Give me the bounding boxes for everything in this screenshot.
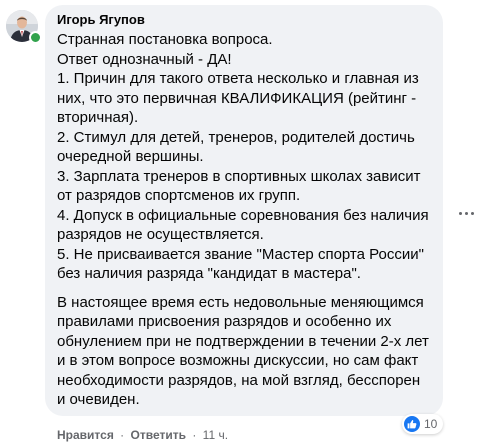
reaction-count: 10: [424, 417, 438, 431]
comment-line: 3. Зарплата тренеров в спортивных школах…: [57, 167, 421, 185]
comment-line: необходимости разрядов, на мой взгляд, б…: [57, 371, 421, 389]
thumbs-up-icon: [407, 419, 417, 429]
like-icon: [404, 416, 420, 432]
comment-line: и в этом вопросе возможны дискуссии, но …: [57, 352, 419, 369]
comment-line: обнулением при не подтверждении в течени…: [57, 332, 429, 350]
dot-icon: [470, 211, 474, 215]
comment-line: 4. Допуск в официальные соревнования без…: [57, 206, 429, 224]
comment-line: правилами присвоения разрядов и особенно…: [57, 313, 392, 330]
comment-author[interactable]: Игорь Ягупов: [57, 12, 431, 28]
comment-body: Странная постановка вопроса. Ответ одноз…: [57, 30, 431, 410]
comment-line: разрядов не осуществляется.: [57, 226, 264, 243]
comment-line: них, что это первичная КВАЛИФИКАЦИЯ (рей…: [57, 89, 417, 107]
reply-link[interactable]: Ответить: [131, 428, 186, 442]
comment-line: 1. Причин для такого ответа несколько и …: [57, 70, 419, 87]
dot-icon: [458, 211, 462, 215]
comment-line: от разрядов спортсменов их групп.: [57, 187, 301, 204]
separator: ·: [120, 428, 125, 442]
separator: ·: [192, 428, 197, 442]
comment-line: Ответ однозначный - ДА!: [57, 50, 232, 68]
dot-icon: [464, 211, 468, 215]
comment-line: 5. Не присваивается звание "Мастер спорт…: [57, 245, 424, 263]
comment-line: и очевиден.: [57, 391, 140, 408]
comment-line: Странная постановка вопроса.: [57, 31, 273, 48]
comment-line: 2. Стимул для детей, тренеров, родителей…: [57, 128, 415, 146]
comment-bubble: Игорь Ягупов Странная постановка вопроса…: [45, 5, 443, 416]
comment-options-button[interactable]: [455, 208, 477, 218]
comment-line: без наличия разряда "кандидат в мастера"…: [57, 265, 361, 282]
comment-line: В настоящее время есть недовольные меняю…: [57, 293, 424, 311]
comment-line: очередной вершины.: [57, 148, 204, 165]
online-status-dot: [29, 31, 42, 44]
reactions-badge[interactable]: 10: [402, 414, 444, 434]
like-link[interactable]: Нравится: [57, 428, 114, 442]
comment-line: вторичная).: [57, 109, 139, 126]
comment-actions: Нравится · Ответить · 11 ч.: [57, 428, 228, 442]
comment-timestamp[interactable]: 11 ч.: [203, 428, 228, 442]
